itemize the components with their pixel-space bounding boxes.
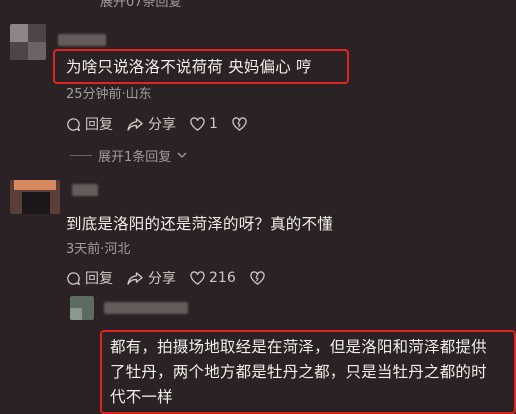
share-label: 分享 xyxy=(148,271,176,287)
expand-label: 展开1条回复 xyxy=(98,150,172,165)
comment-text-line: 都有，拍摄场地取经是在菏泽，但是洛阳和菏泽都提供 xyxy=(110,338,487,356)
heart-icon xyxy=(190,271,205,285)
like-count: 216 xyxy=(209,270,236,286)
chat-bubble-icon xyxy=(66,271,81,286)
share-arrow-icon xyxy=(127,117,144,132)
comment-actions: 回复 分享 1 xyxy=(66,114,247,134)
reply-button[interactable]: 回复 xyxy=(66,114,113,134)
dislike-button[interactable] xyxy=(250,271,265,285)
share-arrow-icon xyxy=(127,271,144,286)
comment-text: 为啥只说洛洛不说荷荷 央妈偏心 哼 xyxy=(66,58,312,76)
username[interactable] xyxy=(58,34,106,46)
share-label: 分享 xyxy=(148,117,176,133)
expand-replies[interactable]: 展开1条回复 xyxy=(70,146,187,165)
reply-label: 回复 xyxy=(85,271,113,287)
top-expand-replies[interactable]: 展开07条回复 xyxy=(100,0,182,10)
like-count: 1 xyxy=(209,116,218,132)
comment-text-line: 了牡丹，两个地方都是牡丹之都，只是当牡丹之都的时 xyxy=(110,363,487,381)
username[interactable] xyxy=(104,302,188,314)
chevron-down-icon xyxy=(177,148,187,163)
dislike-button[interactable] xyxy=(232,117,247,131)
avatar[interactable] xyxy=(10,180,60,214)
reply-label: 回复 xyxy=(85,117,113,133)
chat-bubble-icon xyxy=(66,117,81,132)
broken-heart-icon xyxy=(232,117,247,131)
comment-actions: 回复 分享 216 xyxy=(66,268,265,288)
broken-heart-icon xyxy=(250,271,265,285)
reply-button[interactable]: 回复 xyxy=(66,268,113,288)
divider-dash xyxy=(70,155,92,156)
comment-meta: 3天前·河北 xyxy=(66,242,131,257)
share-button[interactable]: 分享 xyxy=(127,114,176,134)
top-expand-label: 展开07条回复 xyxy=(100,0,182,10)
comment-meta: 25分钟前·山东 xyxy=(66,87,152,102)
like-button[interactable]: 216 xyxy=(190,270,236,286)
username[interactable] xyxy=(72,184,98,196)
avatar[interactable] xyxy=(70,296,94,320)
like-button[interactable]: 1 xyxy=(190,116,218,132)
avatar[interactable] xyxy=(10,24,46,60)
heart-icon xyxy=(190,117,205,131)
share-button[interactable]: 分享 xyxy=(127,268,176,288)
comment-text: 到底是洛阳的还是菏泽的呀？真的不懂 xyxy=(66,215,333,233)
